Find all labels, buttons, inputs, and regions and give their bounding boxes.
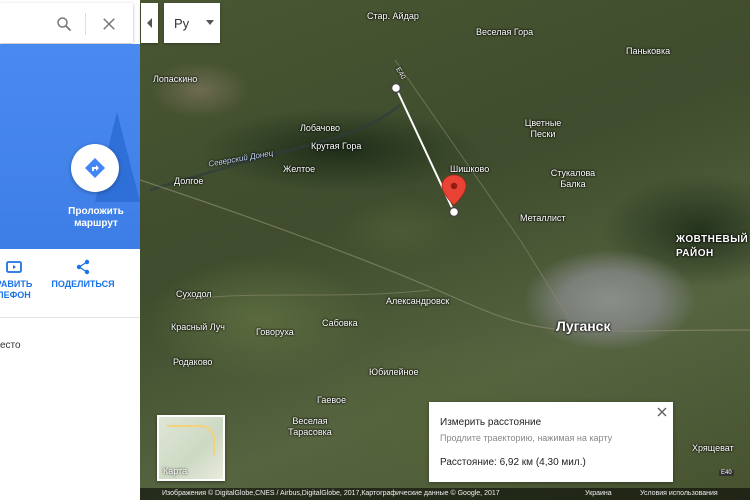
share-button[interactable]: ПОДЕЛИТЬСЯ <box>48 258 118 290</box>
map-label-alexandrovsk[interactable]: Александровск <box>386 296 449 306</box>
country-link[interactable]: Украина <box>585 488 612 500</box>
measure-distance-value: Расстояние: 6,92 км (4,30 мил.) <box>440 457 586 468</box>
map-label-shishkovo[interactable]: Шишково <box>450 164 489 174</box>
map-label-tsvetnye-peski[interactable]: Цветные Пески <box>521 118 565 140</box>
map-type-label: Карта <box>163 466 188 476</box>
chevron-down-icon <box>206 20 214 25</box>
directions-button[interactable] <box>71 144 119 192</box>
map-label-khryashche[interactable]: Хрящеват <box>692 443 734 453</box>
measure-start-point <box>390 82 402 94</box>
map-label-yubileynoe[interactable]: Юбилейное <box>369 367 419 377</box>
language-select[interactable]: Ру <box>164 3 220 43</box>
map-label-dolgoe[interactable]: Долгое <box>174 176 203 186</box>
search-icon[interactable] <box>55 15 73 33</box>
send-to-phone-label: РАВИТЬ ЛЕФОН <box>0 279 33 300</box>
map-label-veselaya-gora[interactable]: Веселая Гора <box>476 27 533 37</box>
place-header: Проложить маршрут <box>0 44 140 249</box>
send-to-phone-icon <box>6 261 22 273</box>
measure-end-point <box>448 206 460 218</box>
language-value: Ру <box>174 16 190 31</box>
map-label-stukalova-balka[interactable]: Стукалова Балка <box>546 168 600 190</box>
map-label-sabovka[interactable]: Сабовка <box>322 318 358 328</box>
map-label-lugansk[interactable]: Луганск <box>556 318 610 334</box>
map-label-pankovka[interactable]: Паньковка <box>626 46 670 56</box>
map-label-zheltoe[interactable]: Желтое <box>283 164 315 174</box>
map-type-toggle[interactable]: Карта <box>157 415 225 481</box>
measure-hint: Продлите траекторию, нажимая на карту <box>440 433 613 443</box>
map-label-lopaskino[interactable]: Лопаскино <box>153 74 197 84</box>
measure-title: Измерить расстояние <box>440 417 542 428</box>
map-label-metallist[interactable]: Металлист <box>520 213 565 223</box>
caret-left-icon <box>146 18 152 28</box>
map-label-veselaya-tarasovka[interactable]: Веселая Тарасовка <box>286 416 334 438</box>
place-panel: Проложить маршрут РАВИТЬ ЛЕФОН ПОДЕЛИТЬС… <box>0 0 140 500</box>
map-label-krutaya-gora[interactable]: Крутая Гора <box>311 141 361 151</box>
imagery-credits: Изображения © DigitalGlobe,CNES / Airbus… <box>162 490 500 497</box>
map-label-sukhodol[interactable]: Суходол <box>176 289 212 299</box>
map-type-preview <box>167 425 215 455</box>
search-input[interactable] <box>0 14 40 30</box>
map-label-gaevoe[interactable]: Гаевое <box>317 395 346 405</box>
directions-icon <box>85 158 105 178</box>
measure-distance-card: Измерить расстояние Продлите траекторию,… <box>429 402 673 482</box>
map-footer: Изображения © DigitalGlobe,CNES / Airbus… <box>140 488 750 500</box>
panel-divider <box>0 317 140 318</box>
road-badge: E40 <box>719 470 734 476</box>
search-divider <box>85 13 86 35</box>
map-label-zhovtnevy-rayon[interactable]: ЖОВТНЕВЫЙ РАЙОН <box>676 233 750 261</box>
map-label-lobachovo[interactable]: Лобачово <box>300 123 340 133</box>
map-label-rodakovo[interactable]: Родаково <box>173 357 212 367</box>
map-label-star-aidar[interactable]: Стар. Айдар <box>367 11 419 21</box>
close-icon[interactable] <box>656 406 668 418</box>
map-label-krasny-luch[interactable]: Красный Луч <box>171 322 225 332</box>
collapse-panel-button[interactable] <box>141 3 158 43</box>
search-box <box>0 3 133 43</box>
send-to-phone-button[interactable]: РАВИТЬ ЛЕФОН <box>0 258 42 301</box>
share-label: ПОДЕЛИТЬСЯ <box>51 279 115 289</box>
share-icon <box>76 259 90 275</box>
terms-link[interactable]: Условия использования <box>640 488 718 500</box>
directions-label[interactable]: Проложить маршрут <box>60 206 132 230</box>
map-label-govoruha[interactable]: Говоруха <box>256 327 294 337</box>
close-icon[interactable] <box>100 15 118 33</box>
place-info-text: есто <box>0 340 21 351</box>
location-pin-icon <box>441 174 467 206</box>
